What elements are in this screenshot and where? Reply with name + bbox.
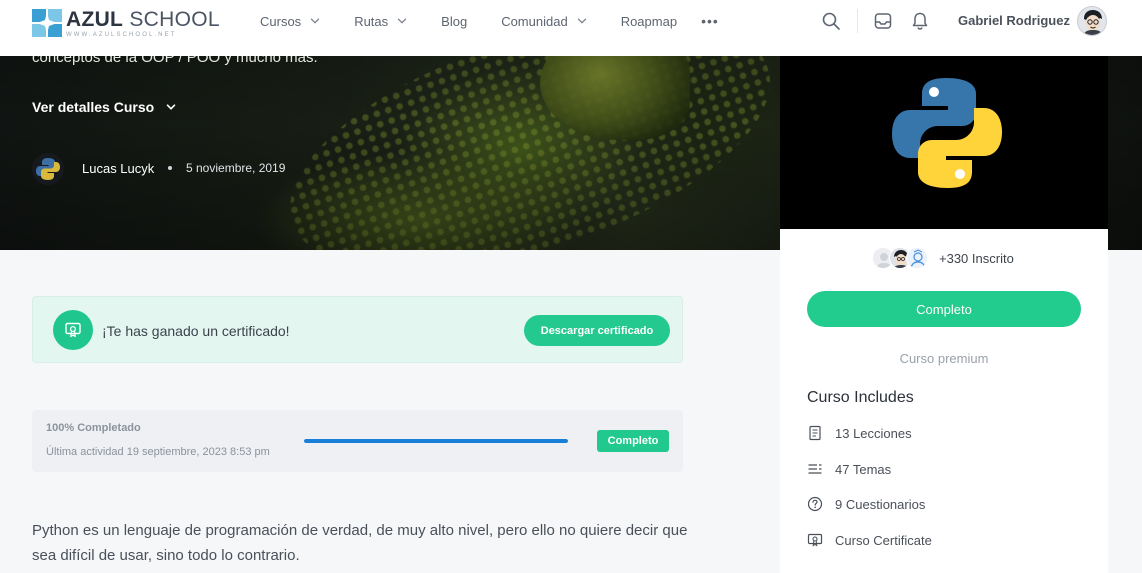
enrolled-avatar (906, 247, 928, 269)
includes-item-certificate: Curso Certificate (807, 532, 932, 548)
author-name[interactable]: Lucas Lucyk (82, 161, 154, 176)
search-icon[interactable] (821, 11, 841, 31)
certificate-banner: ¡Te has ganado un certificado! Descargar… (32, 296, 683, 363)
chevron-down-icon (310, 16, 320, 26)
question-icon (807, 496, 823, 512)
certificate-icon (53, 310, 93, 350)
progress-bar-fill (304, 439, 568, 443)
course-complete-button[interactable]: Completo (807, 291, 1081, 327)
main-nav: Cursos Rutas Blog Comunidad Roapmap ••• (260, 0, 719, 42)
header-divider (857, 9, 858, 33)
last-activity: Última actividad 19 septiembre, 2023 8:5… (46, 446, 270, 458)
inbox-icon[interactable] (873, 11, 893, 31)
course-intro-text: Python es un lenguaje de programación de… (32, 522, 688, 564)
logo-mark-icon (32, 9, 62, 37)
author-avatar[interactable] (32, 153, 64, 185)
bell-icon[interactable] (910, 11, 930, 31)
certificate-icon (807, 532, 823, 548)
course-details-label: Ver detalles Curso (32, 99, 155, 115)
user-avatar[interactable] (1077, 6, 1107, 36)
chevron-down-icon (166, 102, 176, 112)
nav-item-cursos[interactable]: Cursos (260, 14, 320, 29)
enrolled-users: +330 Inscrito (872, 247, 1014, 269)
publish-date: 5 noviembre, 2019 (186, 161, 286, 175)
course-thumbnail (780, 56, 1108, 229)
logo-wordmark: AZUL SCHOOL (66, 7, 220, 31)
includes-item-quizzes: 9 Cuestionarios (807, 496, 925, 512)
certificate-message: ¡Te has ganado un certificado! (102, 323, 290, 339)
completion-badge: Completo (597, 430, 669, 452)
nav-item-comunidad[interactable]: Comunidad (501, 14, 587, 29)
includes-title: Curso Includes (807, 389, 914, 406)
logo-tagline: WWW.AZULSCHOOL.NET (66, 31, 177, 38)
course-progress-card: 100% Completado Última actividad 19 sept… (32, 410, 683, 472)
download-certificate-button[interactable]: Descargar certificado (524, 315, 670, 346)
enrolled-count: +330 Inscrito (939, 250, 1014, 266)
progress-bar (304, 439, 568, 443)
nav-more-button[interactable]: ••• (701, 13, 719, 29)
user-name[interactable]: Gabriel Rodriguez (958, 13, 1070, 28)
chevron-down-icon (577, 16, 587, 26)
premium-label: Curso premium (899, 351, 989, 366)
course-details-toggle[interactable]: Ver detalles Curso (32, 99, 176, 115)
book-icon (807, 425, 823, 441)
nav-item-blog[interactable]: Blog (441, 14, 467, 29)
chevron-down-icon (397, 16, 407, 26)
includes-item-lessons: 13 Lecciones (807, 425, 912, 441)
nav-item-rutas[interactable]: Rutas (354, 14, 407, 29)
top-header: AZUL SCHOOL WWW.AZULSCHOOL.NET Cursos Ru… (0, 0, 1142, 56)
course-sidebar: +330 Inscrito Completo Curso premium Cur… (780, 0, 1108, 573)
list-icon (807, 461, 823, 477)
python-logo-icon (888, 74, 1006, 192)
progress-title: 100% Completado (46, 422, 141, 434)
meta-separator (168, 166, 172, 170)
includes-item-topics: 47 Temas (807, 461, 891, 477)
site-logo[interactable]: AZUL SCHOOL WWW.AZULSCHOOL.NET (32, 7, 220, 39)
nav-item-roapmap[interactable]: Roapmap (621, 14, 677, 29)
